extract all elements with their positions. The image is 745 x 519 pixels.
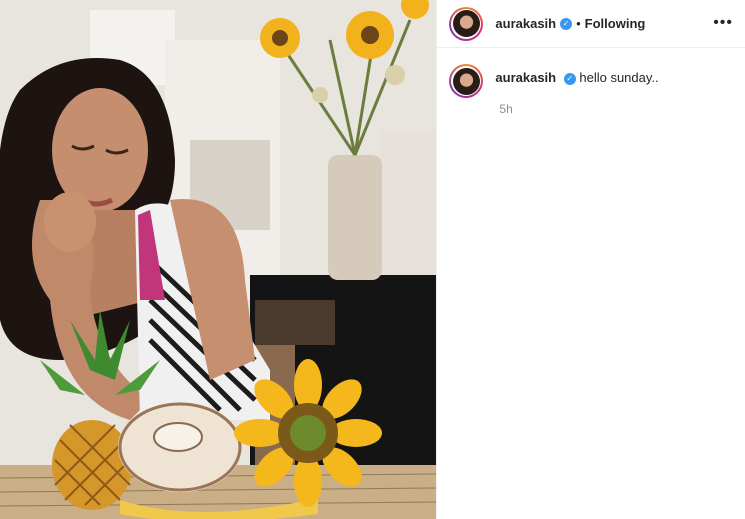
- caption-row: aurakasih ✓ hello sunday..: [437, 48, 745, 98]
- photo-illustration: [0, 0, 437, 519]
- separator-dot: •: [576, 16, 581, 31]
- caption-username[interactable]: aurakasih: [495, 70, 556, 85]
- instagram-post: aurakasih ✓ • Following ••• aurakasih ✓ …: [0, 0, 745, 519]
- post-timestamp[interactable]: 5h: [499, 102, 745, 116]
- post-header: aurakasih ✓ • Following •••: [437, 0, 745, 48]
- avatar-image: [452, 10, 480, 37]
- post-sidebar: aurakasih ✓ • Following ••• aurakasih ✓ …: [436, 0, 745, 519]
- caption-avatar[interactable]: [449, 64, 484, 98]
- more-horizontal-icon[interactable]: •••: [713, 14, 733, 32]
- caption-verified-icon: ✓: [563, 72, 576, 85]
- header-username[interactable]: aurakasih: [495, 16, 556, 31]
- verified-icon: ✓: [560, 17, 573, 30]
- caption-text-block: aurakasih ✓ hello sunday..: [495, 70, 658, 98]
- avatar[interactable]: [449, 6, 484, 41]
- post-photo[interactable]: [0, 0, 437, 519]
- following-button[interactable]: Following: [585, 16, 646, 31]
- caption-text: hello sunday..: [579, 70, 659, 85]
- caption-avatar-image: [452, 67, 480, 95]
